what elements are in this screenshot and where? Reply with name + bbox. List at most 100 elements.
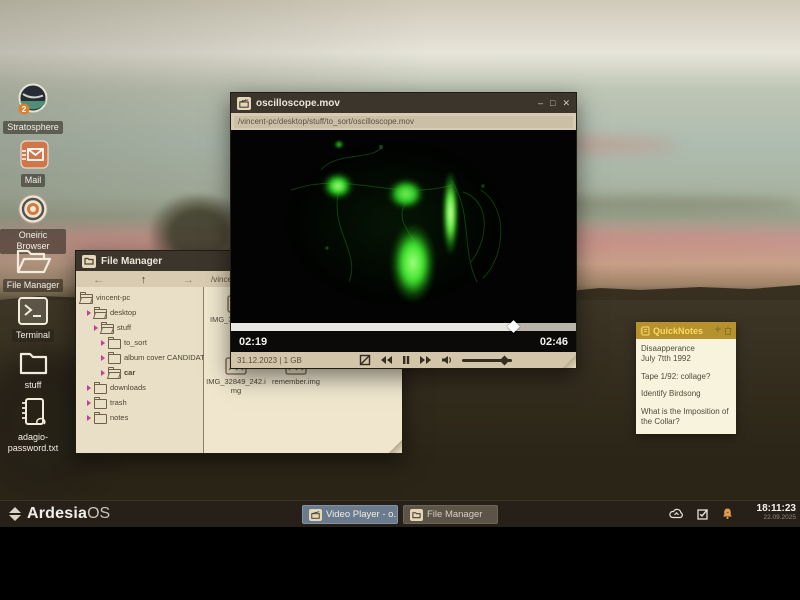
tree-item-downloads[interactable]: downloads [76,380,203,395]
folder-icon [410,509,423,521]
resize-grip[interactable] [389,440,402,453]
open-folder-icon [94,309,107,319]
cloud-sync-icon[interactable] [669,508,684,519]
folder-icon [108,339,121,349]
folder-icon [108,354,121,364]
quicknotes-title: QuickNotes [653,326,712,336]
tree-item-vincent-pc[interactable]: vincent-pc [76,290,203,305]
note-entry: Tape 1/92: collage? [641,372,731,382]
tree-label: trash [110,398,127,407]
open-folder-icon [80,294,93,304]
desktop-icon-label: Stratosphere [3,121,63,134]
expand-arrow-icon[interactable] [101,340,105,346]
rewind-button[interactable] [380,355,393,365]
tree-label: stuff [117,323,131,332]
tasks-checkbox-icon[interactable] [697,508,709,520]
tree-label: album cover CANDIDATES [124,353,215,362]
folder-tree: vincent-pc desktop stuff to_sort album c… [76,287,204,453]
taskbar-task-file-manager[interactable]: File Manager [403,505,498,524]
tree-item-desktop[interactable]: desktop [76,305,203,320]
taskbar-task-video-player[interactable]: Video Player - o... [302,505,398,524]
os-logo-icon [8,506,22,522]
desktop-icon-oneiric-browser[interactable]: Oneiric Browser [0,192,66,254]
maximize-button[interactable]: □ [550,99,555,108]
tree-item-stuff[interactable]: stuff [76,320,203,335]
expand-arrow-icon[interactable] [101,370,105,376]
clock-time: 18:11:23 [757,504,796,515]
trash-icon[interactable] [724,326,732,335]
playback-controls [359,352,512,368]
tree-item-to-sort[interactable]: to_sort [76,335,203,350]
video-path-field[interactable]: /vincent-pc/desktop/stuff/to_sort/oscill… [234,116,573,128]
task-label: Video Player - o... [326,509,398,520]
fullscreen-button[interactable] [359,354,371,366]
notification-bell-icon[interactable] [722,507,733,520]
terminal-icon [16,296,50,326]
quicknotes-body: Disaapperance July 7tth 1992 Tape 1/92: … [636,339,736,434]
volume-thumb[interactable] [500,355,510,365]
open-folder-icon [101,324,114,334]
file-meta: 31.12.2023 | 1 GB [231,356,302,365]
elapsed-time: 02:19 [239,336,267,348]
window-title: oscilloscope.mov [256,98,533,109]
note-entry: What is the Imposition of the Collar? [641,407,731,428]
fast-forward-button[interactable] [419,355,432,365]
close-button[interactable]: ✕ [562,99,570,108]
quicknotes-widget: QuickNotes + Disaapperance July 7tth 199… [636,322,736,434]
expand-arrow-icon[interactable] [94,325,98,331]
tree-item-car[interactable]: car [76,365,203,380]
video-blob [387,178,425,210]
desktop-icon-file-manager[interactable]: File Manager [0,246,66,292]
mail-icon [16,139,50,171]
volume-slider[interactable] [462,359,512,362]
desktop-icon-label: adagio-password.txt [0,431,66,456]
video-blob [334,140,344,149]
minimize-button[interactable]: – [538,99,543,108]
expand-arrow-icon[interactable] [87,385,91,391]
expand-arrow-icon[interactable] [87,400,91,406]
resize-grip[interactable] [563,355,576,368]
pause-button[interactable] [402,355,410,365]
quicknotes-header[interactable]: QuickNotes + [636,322,736,339]
add-note-button[interactable]: + [715,325,721,336]
up-button[interactable]: ↑ [121,271,166,289]
video-canvas [231,130,576,323]
file-label: IMG_32849_242.img [206,377,266,395]
video-blob [390,223,436,303]
desktop-icon-stratosphere[interactable]: 2 Stratosphere [0,82,66,134]
os-menu-button[interactable]: ArdesiaOS [8,505,110,523]
note-entry: Identify Birdsong [641,389,731,399]
letterbox-bar [0,527,800,600]
desktop-icon-terminal[interactable]: Terminal [0,296,66,342]
expand-arrow-icon[interactable] [87,310,91,316]
file-manager-app-icon [82,255,96,268]
video-path-bar: /vincent-pc/desktop/stuff/to_sort/oscill… [231,113,576,130]
file-label: remember.img [266,377,326,386]
tree-item-trash[interactable]: trash [76,395,203,410]
video-player-titlebar[interactable]: oscilloscope.mov – □ ✕ [231,93,576,113]
folder-icon [94,384,107,394]
clock-date: 22.09.2025 [757,515,796,522]
tree-label: desktop [110,308,136,317]
screen: 2 Stratosphere Mail Oneiric Browser [0,0,800,600]
tree-label: downloads [110,383,146,392]
notes-icon [640,326,650,336]
volume-icon[interactable] [441,355,453,365]
tree-label: to_sort [124,338,147,347]
video-blob [442,170,459,256]
expand-arrow-icon[interactable] [101,355,105,361]
video-player-window: oscilloscope.mov – □ ✕ /vincent-pc/deskt… [230,92,577,369]
desktop-icon-stuff[interactable]: stuff [0,350,66,392]
desktop-icon-label: Terminal [12,329,54,342]
desktop-icon-label: Mail [21,174,46,187]
tree-item-notes[interactable]: notes [76,410,203,425]
desktop-icon-mail[interactable]: Mail [0,139,66,187]
desktop-icon-adagio-password[interactable]: adagio-password.txt [0,396,66,456]
tree-item-album-cover-candidates[interactable]: album cover CANDIDATES [76,350,203,365]
browser-icon [16,192,50,226]
video-control-bar: 31.12.2023 | 1 GB [231,352,576,368]
video-progress-bar[interactable] [231,323,576,331]
expand-arrow-icon[interactable] [87,415,91,421]
back-button[interactable]: ← [76,271,121,289]
forward-button[interactable]: → [166,271,211,289]
